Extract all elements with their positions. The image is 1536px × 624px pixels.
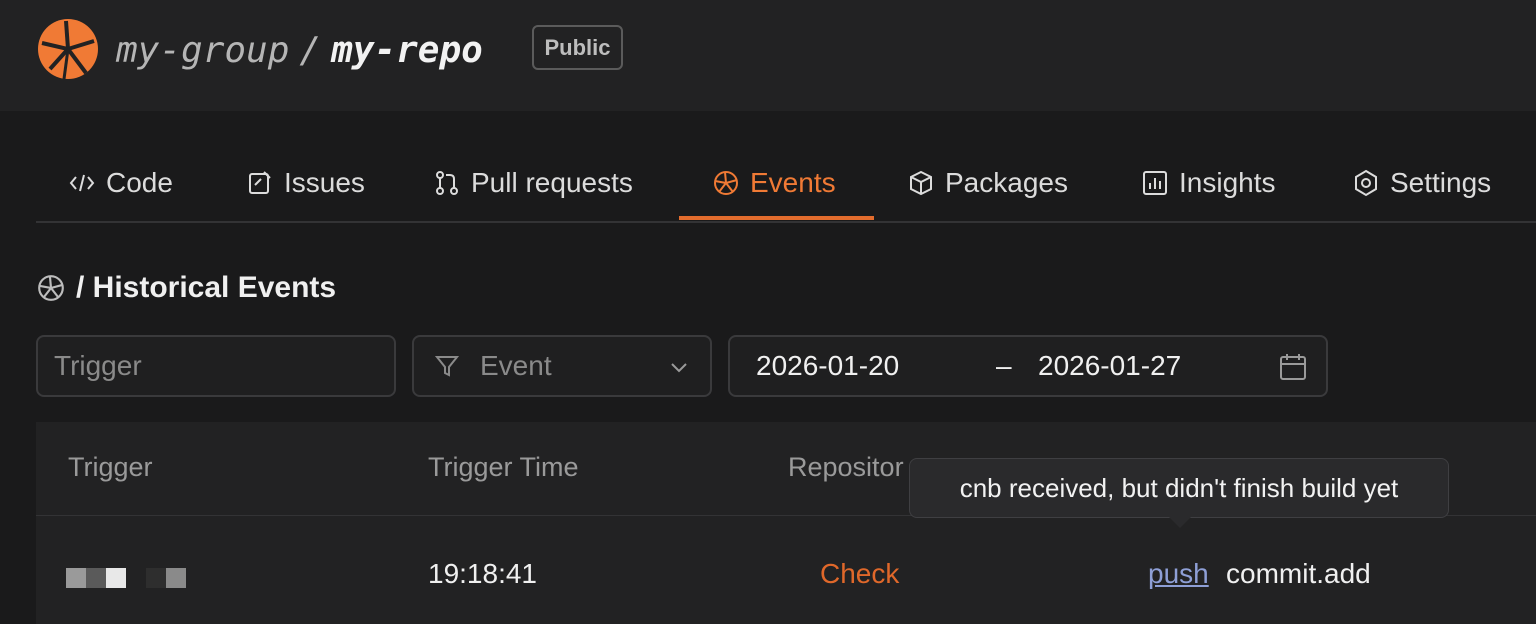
date-range-picker[interactable]: 2026-01-20 – 2026-01-27 — [728, 335, 1328, 397]
repo-path: my-group / my-repo — [116, 24, 483, 76]
repo-name-link[interactable]: my-repo — [331, 30, 483, 71]
tab-settings-label: Settings — [1390, 167, 1492, 198]
tab-packages[interactable]: Packages — [907, 150, 1068, 216]
table-row[interactable]: 19:18:41 Check push commit.add — [36, 516, 1536, 624]
events-icon — [38, 275, 64, 301]
event-filter-placeholder: Event — [480, 350, 552, 381]
calendar-icon — [1280, 354, 1306, 380]
events-icon — [714, 171, 738, 195]
tab-events[interactable]: Events — [712, 150, 836, 216]
chevron-down-icon — [671, 363, 687, 373]
pull-request-icon — [436, 171, 458, 195]
pixel-avatar — [66, 568, 188, 588]
settings-icon — [1355, 169, 1377, 197]
repo-group-link[interactable]: my-group — [116, 30, 289, 71]
tab-pull-requests-label: Pull requests — [471, 167, 633, 198]
cnb-logo-icon[interactable] — [36, 17, 100, 81]
active-tab-indicator — [679, 216, 874, 220]
event-name: commit.add — [1226, 558, 1371, 589]
build-status-tooltip: cnb received, but didn't finish build ye… — [909, 458, 1449, 518]
check-link[interactable]: Check — [820, 558, 899, 590]
trigger-filter-input[interactable] — [36, 335, 396, 397]
column-header-trigger-time: Trigger Time — [428, 452, 579, 482]
page-title: / Historical Events — [36, 266, 336, 310]
package-icon — [910, 170, 932, 196]
trigger-time: 19:18:41 — [428, 558, 537, 589]
tab-pull-requests[interactable]: Pull requests — [433, 150, 633, 216]
column-header-repository: Repositor — [788, 452, 904, 482]
visibility-badge: Public — [532, 25, 623, 70]
tab-events-label: Events — [750, 167, 836, 198]
code-icon — [69, 174, 95, 192]
date-start[interactable]: 2026-01-20 — [756, 350, 899, 382]
repo-tabs: Code Issues Pull requests Events Package… — [36, 150, 1536, 223]
tab-settings[interactable]: Settings — [1352, 150, 1491, 216]
events-table: Trigger Trigger Time Repositor 19:18:41 … — [36, 422, 1536, 624]
column-header-trigger: Trigger — [68, 452, 153, 482]
issues-icon — [249, 171, 271, 194]
tab-issues-label: Issues — [284, 167, 365, 198]
tab-insights[interactable]: Insights — [1141, 150, 1276, 216]
tab-issues[interactable]: Issues — [246, 150, 365, 216]
tab-insights-label: Insights — [1179, 167, 1276, 198]
repo-path-separator: / — [299, 29, 322, 71]
tooltip-arrow — [1168, 516, 1192, 528]
tab-code[interactable]: Code — [68, 150, 173, 216]
page-title-text: / Historical Events — [76, 271, 337, 304]
tab-code-label: Code — [106, 167, 173, 198]
repo-header: my-group / my-repo Public — [0, 0, 1536, 111]
date-end[interactable]: 2026-01-27 — [1038, 350, 1181, 382]
insights-icon — [1143, 171, 1167, 195]
event-filter-select[interactable]: Event — [412, 335, 712, 397]
date-range-separator: – — [996, 350, 1012, 381]
event-type-link[interactable]: push — [1148, 558, 1209, 590]
filter-icon — [434, 356, 460, 377]
tab-packages-label: Packages — [945, 167, 1068, 198]
